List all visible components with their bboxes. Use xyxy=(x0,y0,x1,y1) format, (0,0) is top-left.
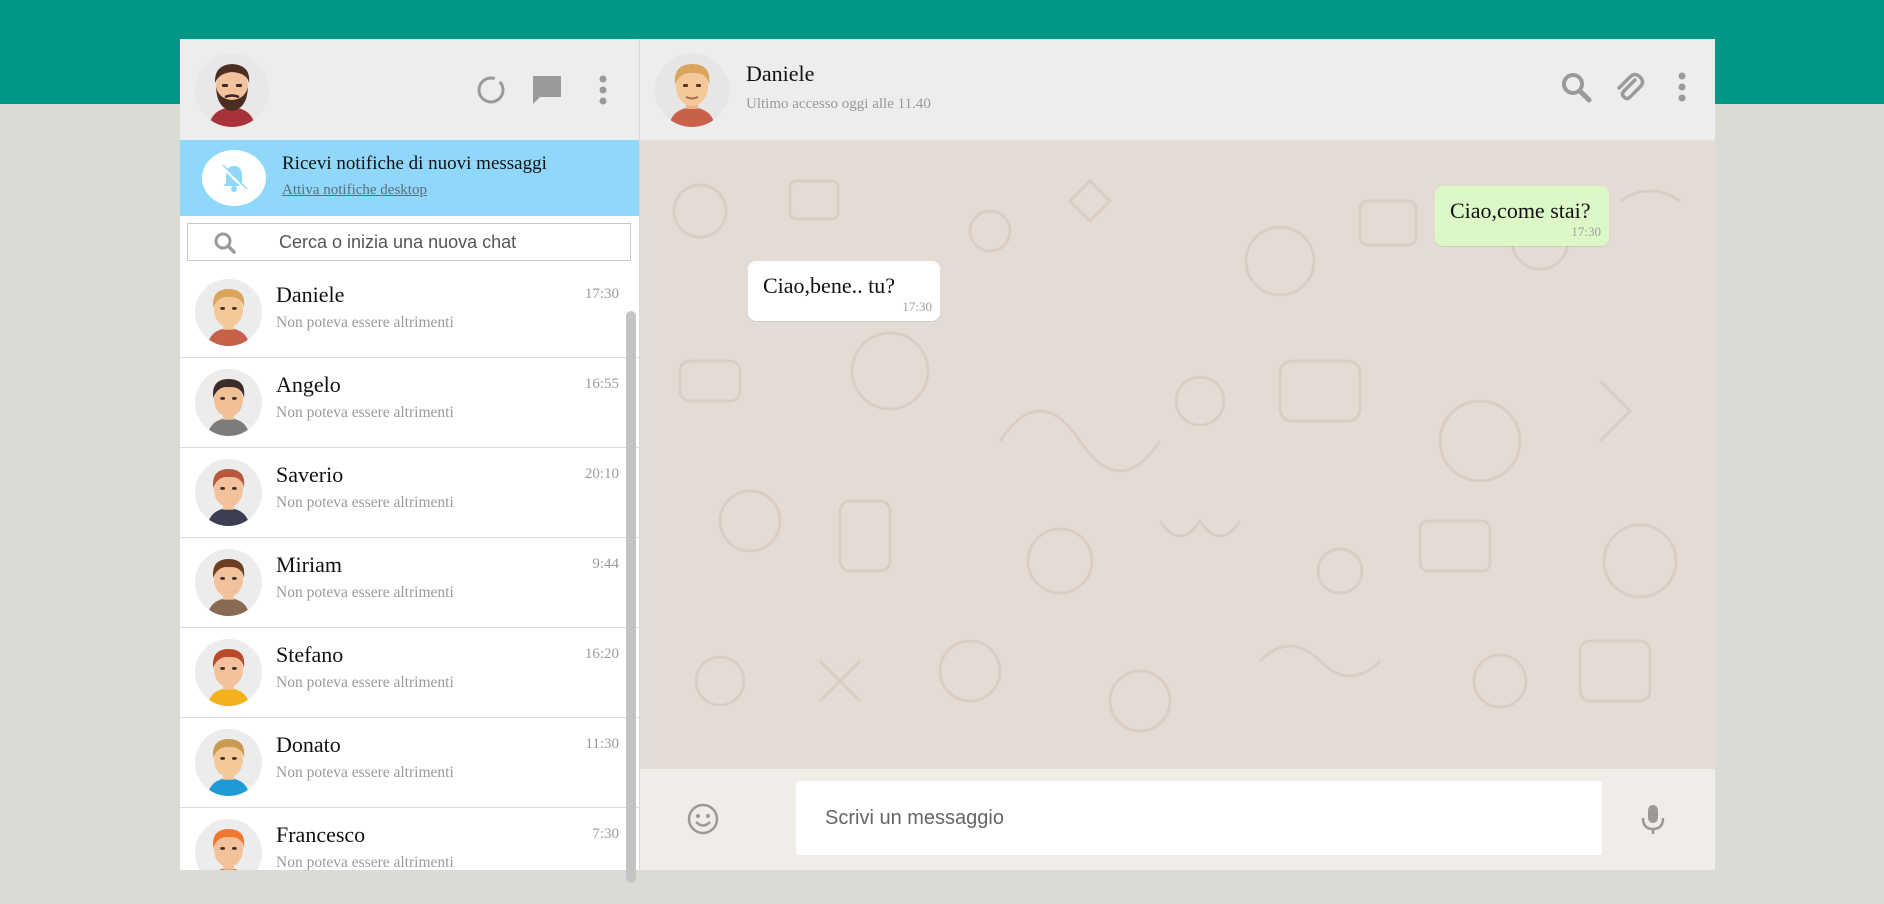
contact-avatar[interactable] xyxy=(655,53,729,127)
emoji-icon[interactable] xyxy=(685,801,721,842)
bell-off-icon[interactable] xyxy=(202,150,266,206)
app-window: Ricevi notifiche di nuovi messaggi Attiv… xyxy=(180,39,1715,883)
enable-notifications-link[interactable]: Attiva notifiche desktop xyxy=(282,182,427,199)
compose-bar xyxy=(640,769,1715,870)
chat-list-item[interactable]: Saverio 20:10 Non poteva essere altrimenti xyxy=(180,448,639,538)
menu-icon[interactable] xyxy=(585,72,621,108)
contact-last-seen: Ultimo accesso oggi alle 11.40 xyxy=(746,96,931,112)
search-icon[interactable] xyxy=(1558,69,1594,105)
attach-icon[interactable] xyxy=(1611,69,1647,105)
search-bar xyxy=(180,216,639,268)
conversation-panel: Daniele Ultimo accesso oggi alle 11.40 C… xyxy=(640,39,1715,870)
chat-preview: Non poteva essere altrimenti xyxy=(276,584,454,601)
chat-name: Saverio xyxy=(276,462,344,487)
message-text: Ciao,come stai? xyxy=(1450,198,1591,223)
sidebar-header xyxy=(180,39,639,140)
microphone-icon[interactable] xyxy=(1635,801,1671,842)
search-box xyxy=(187,223,631,261)
notification-title: Ricevi notifiche di nuovi messaggi xyxy=(282,153,547,174)
chat-time: 7:30 xyxy=(592,826,619,842)
chat-list: Daniele 17:30 Non poteva essere altrimenti… xyxy=(180,268,639,870)
conversation-header: Daniele Ultimo accesso oggi alle 11.40 xyxy=(640,39,1715,141)
avatar xyxy=(195,729,262,796)
my-avatar[interactable] xyxy=(195,53,269,127)
chat-time: 16:20 xyxy=(584,646,619,662)
message-time: 17:30 xyxy=(902,299,932,314)
chat-list-item[interactable]: Donato 11:30 Non poteva essere altrimenti xyxy=(180,718,639,808)
search-icon xyxy=(214,232,236,259)
message-time: 17:30 xyxy=(1571,224,1601,239)
conversation-header-icons xyxy=(1558,69,1700,105)
avatar xyxy=(195,639,262,706)
status-icon[interactable] xyxy=(473,72,509,108)
message-input[interactable] xyxy=(796,781,1602,855)
chat-preview: Non poteva essere altrimenti xyxy=(276,764,454,781)
search-input[interactable] xyxy=(279,230,619,254)
avatar xyxy=(195,279,262,346)
chat-time: 20:10 xyxy=(584,466,619,482)
message-text: Ciao,bene.. tu? xyxy=(763,273,895,298)
chat-name: Donato xyxy=(276,732,341,757)
chat-preview: Non poteva essere altrimenti xyxy=(276,854,454,870)
message-sent[interactable]: Ciao,come stai? 17:30 xyxy=(1435,186,1609,246)
chat-preview: Non poteva essere altrimenti xyxy=(276,314,454,331)
chat-time: 9:44 xyxy=(592,556,619,572)
chat-name: Daniele xyxy=(276,282,345,307)
avatar xyxy=(195,369,262,436)
menu-icon[interactable] xyxy=(1664,69,1700,105)
chat-list-item[interactable]: Daniele 17:30 Non poteva essere altrimenti xyxy=(180,268,639,358)
chat-time: 16:55 xyxy=(584,376,619,392)
chat-name: Angelo xyxy=(276,372,341,397)
chat-name: Francesco xyxy=(276,822,366,847)
chat-preview: Non poteva essere altrimenti xyxy=(276,404,454,421)
avatar xyxy=(195,819,262,870)
chat-preview: Non poteva essere altrimenti xyxy=(276,674,454,691)
chat-time: 17:30 xyxy=(584,286,619,302)
chat-name: Stefano xyxy=(276,642,344,667)
avatar xyxy=(195,459,262,526)
chat-list-item[interactable]: Stefano 16:20 Non poteva essere altrimenti xyxy=(180,628,639,718)
chat-time: 11:30 xyxy=(585,736,619,752)
contact-name: Daniele xyxy=(746,61,815,86)
message-received[interactable]: Ciao,bene.. tu? 17:30 xyxy=(748,261,940,321)
notification-banner: Ricevi notifiche di nuovi messaggi Attiv… xyxy=(180,140,639,216)
sidebar: Ricevi notifiche di nuovi messaggi Attiv… xyxy=(180,39,640,883)
chat-preview: Non poteva essere altrimenti xyxy=(276,494,454,511)
new-chat-icon[interactable] xyxy=(529,72,565,108)
avatar xyxy=(195,549,262,616)
message-area: Ciao,come stai? 17:30 Ciao,bene.. tu? 17… xyxy=(640,141,1715,769)
chat-list-item[interactable]: Francesco 7:30 Non poteva essere altriment… xyxy=(180,808,639,870)
sidebar-header-icons xyxy=(473,72,621,108)
chat-name: Miriam xyxy=(276,552,342,577)
chat-list-scrollbar[interactable] xyxy=(626,311,636,883)
chat-list-item[interactable]: Miriam 9:44 Non poteva essere altrimenti xyxy=(180,538,639,628)
chat-list-item[interactable]: Angelo 16:55 Non poteva essere altrimenti xyxy=(180,358,639,448)
